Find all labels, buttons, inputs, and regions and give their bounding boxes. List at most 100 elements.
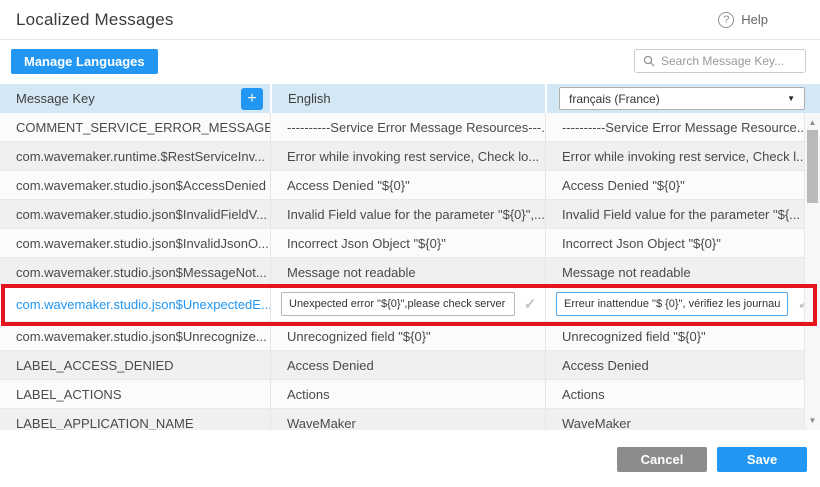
scroll-down-icon[interactable]: ▼ — [805, 416, 820, 425]
message-key-cell[interactable]: com.wavemaker.studio.json$InvalidJsonO..… — [0, 229, 270, 257]
manage-languages-button[interactable]: Manage Languages — [11, 49, 158, 74]
message-key-cell[interactable]: LABEL_ACCESS_DENIED — [0, 351, 270, 379]
french-cell[interactable]: Access Denied — [545, 351, 820, 379]
message-key-text: LABEL_ACCESS_DENIED — [16, 358, 174, 373]
french-cell[interactable]: Incorrect Json Object "${0}" — [545, 229, 820, 257]
french-edit-cell: ✓ — [545, 287, 820, 321]
table-row[interactable]: com.wavemaker.studio.json$InvalidJsonO..… — [0, 229, 820, 258]
help-label: Help — [741, 12, 768, 27]
table-row[interactable]: LABEL_ACCESS_DENIED Access Denied Access D… — [0, 351, 820, 380]
french-text: Unrecognized field "${0}" — [562, 329, 706, 344]
table-row[interactable]: com.wavemaker.studio.json$MessageNot... M… — [0, 258, 820, 287]
message-key-text: com.wavemaker.studio.json$AccessDenied — [16, 178, 266, 193]
toolbar: Manage Languages — [0, 40, 820, 84]
message-key-cell[interactable]: com.wavemaker.studio.json$InvalidFieldV.… — [0, 200, 270, 228]
english-cell[interactable]: Unrecognized field "${0}" — [270, 322, 545, 350]
caret-down-icon: ▼ — [787, 94, 795, 103]
message-key-text: LABEL_ACTIONS — [16, 387, 122, 402]
message-key-text: com.wavemaker.studio.json$InvalidFieldV.… — [16, 207, 267, 222]
language-selected-value: français (France) — [569, 92, 660, 106]
help-icon: ? — [718, 12, 734, 28]
english-column-label: English — [288, 91, 331, 106]
localized-messages-panel: Localized Messages ? Help Manage Languag… — [0, 0, 820, 487]
add-message-key-button[interactable]: + — [241, 88, 263, 110]
french-cell[interactable]: Actions — [545, 380, 820, 408]
french-cell[interactable]: Message not readable — [545, 258, 820, 286]
message-key-cell[interactable]: com.wavemaker.runtime.$RestServiceInv... — [0, 142, 270, 170]
message-key-link[interactable]: com.wavemaker.studio.json$UnexpectedE... — [16, 297, 270, 312]
french-text: WaveMaker — [562, 416, 631, 431]
column-header-language: français (France) ▼ — [545, 84, 820, 113]
table-row[interactable]: com.wavemaker.studio.json$AccessDenied Ac… — [0, 171, 820, 200]
english-cell[interactable]: Actions — [270, 380, 545, 408]
english-text: Actions — [287, 387, 330, 402]
message-key-cell[interactable]: COMMENT_SERVICE_ERROR_MESSAGES — [0, 113, 270, 141]
scrollbar-thumb[interactable] — [807, 130, 818, 203]
message-key-text: com.wavemaker.studio.json$Unrecognize... — [16, 329, 267, 344]
french-cell[interactable]: Error while invoking rest service, Check… — [545, 142, 820, 170]
table-row[interactable]: com.wavemaker.runtime.$RestServiceInv...… — [0, 142, 820, 171]
english-cell[interactable]: WaveMaker — [270, 409, 545, 430]
page-title: Localized Messages — [16, 10, 174, 30]
message-key-cell[interactable]: LABEL_APPLICATION_NAME — [0, 409, 270, 430]
french-text: Message not readable — [562, 265, 691, 280]
table-row[interactable]: com.wavemaker.studio.json$Unrecognize...… — [0, 322, 820, 351]
french-cell[interactable]: Access Denied "${0}" — [545, 171, 820, 199]
french-text: Incorrect Json Object "${0}" — [562, 236, 721, 251]
message-key-cell[interactable]: com.wavemaker.studio.json$UnexpectedE... — [0, 287, 270, 321]
french-text: Invalid Field value for the parameter "$… — [562, 207, 800, 222]
french-cell[interactable]: Invalid Field value for the parameter "$… — [545, 200, 820, 228]
message-key-cell[interactable]: com.wavemaker.studio.json$Unrecognize... — [0, 322, 270, 350]
english-edit-cell: ✓ — [270, 287, 545, 321]
table-row[interactable]: com.wavemaker.studio.json$UnexpectedE...… — [0, 287, 820, 322]
french-text: Access Denied — [562, 358, 649, 373]
english-cell[interactable]: Access Denied — [270, 351, 545, 379]
english-cell[interactable]: Incorrect Json Object "${0}" — [270, 229, 545, 257]
english-text: ----------Service Error Message Resource… — [287, 120, 545, 135]
english-cell[interactable]: Error while invoking rest service, Check… — [270, 142, 545, 170]
table-row[interactable]: LABEL_APPLICATION_NAME WaveMaker WaveMaker — [0, 409, 820, 430]
english-text: Unrecognized field "${0}" — [287, 329, 431, 344]
french-text: Access Denied "${0}" — [562, 178, 685, 193]
french-cell[interactable]: Unrecognized field "${0}" — [545, 322, 820, 350]
message-key-cell[interactable]: com.wavemaker.studio.json$AccessDenied — [0, 171, 270, 199]
language-select[interactable]: français (France) ▼ — [559, 87, 805, 110]
english-cell[interactable]: ----------Service Error Message Resource… — [270, 113, 545, 141]
french-text: ----------Service Error Message Resource… — [562, 120, 808, 135]
english-text: WaveMaker — [287, 416, 356, 431]
english-edit-input[interactable] — [281, 292, 515, 316]
search-box[interactable] — [634, 49, 806, 73]
english-cell[interactable]: Message not readable — [270, 258, 545, 286]
english-text: Message not readable — [287, 265, 416, 280]
column-header-message-key: Message Key + — [0, 84, 270, 113]
message-key-cell[interactable]: com.wavemaker.studio.json$MessageNot... — [0, 258, 270, 286]
table-row[interactable]: com.wavemaker.studio.json$InvalidFieldV.… — [0, 200, 820, 229]
table-row[interactable]: LABEL_ACTIONS Actions Actions — [0, 380, 820, 409]
table-row[interactable]: COMMENT_SERVICE_ERROR_MESSAGES ----------… — [0, 113, 820, 142]
english-cell[interactable]: Access Denied "${0}" — [270, 171, 545, 199]
message-key-cell[interactable]: LABEL_ACTIONS — [0, 380, 270, 408]
french-edit-input[interactable] — [556, 292, 788, 316]
message-key-text: LABEL_APPLICATION_NAME — [16, 416, 194, 431]
table-rows: COMMENT_SERVICE_ERROR_MESSAGES ----------… — [0, 113, 820, 430]
search-input[interactable] — [661, 54, 797, 68]
header: Localized Messages ? Help — [0, 0, 820, 40]
help-button[interactable]: ? Help — [718, 12, 768, 28]
message-key-text: com.wavemaker.studio.json$MessageNot... — [16, 265, 267, 280]
save-button[interactable]: Save — [717, 447, 807, 472]
english-text: Access Denied "${0}" — [287, 178, 410, 193]
confirm-check-icon[interactable]: ✓ — [515, 295, 545, 313]
french-text: Actions — [562, 387, 605, 402]
footer: Cancel Save — [0, 430, 820, 487]
message-key-column-label: Message Key — [16, 91, 95, 106]
message-key-text: com.wavemaker.studio.json$InvalidJsonO..… — [16, 236, 269, 251]
search-icon — [643, 55, 655, 67]
message-key-text: com.wavemaker.runtime.$RestServiceInv... — [16, 149, 265, 164]
vertical-scrollbar[interactable]: ▲ ▼ — [804, 113, 820, 430]
cancel-button[interactable]: Cancel — [617, 447, 707, 472]
message-key-text: COMMENT_SERVICE_ERROR_MESSAGES — [16, 120, 270, 135]
english-cell[interactable]: Invalid Field value for the parameter "$… — [270, 200, 545, 228]
scroll-up-icon[interactable]: ▲ — [805, 118, 820, 127]
french-cell[interactable]: WaveMaker — [545, 409, 820, 430]
french-cell[interactable]: ----------Service Error Message Resource… — [545, 113, 820, 141]
